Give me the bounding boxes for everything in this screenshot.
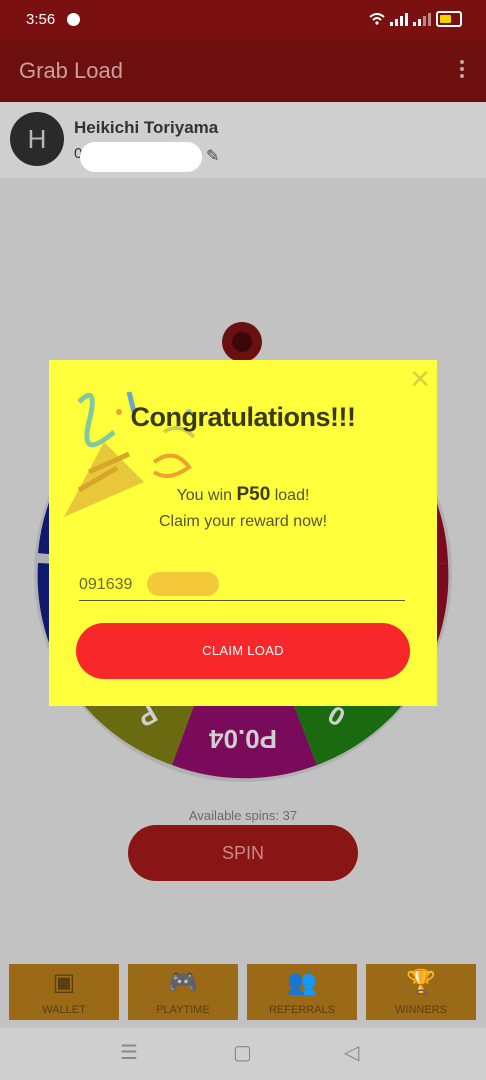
congratulations-dialog: ✕ Congratulations!!! You win P50 load! C… [49, 360, 437, 706]
tab-wallet-label: WALLET [42, 1004, 86, 1016]
win-prefix: You win [176, 487, 237, 504]
close-icon[interactable]: ✕ [409, 364, 431, 395]
claim-reward-text: Claim your reward now! [158, 513, 328, 530]
phone-input[interactable] [79, 572, 399, 598]
menu-icon[interactable]: ☰ [120, 1040, 138, 1065]
tab-playtime[interactable]: 🎮 PLAYTIME [128, 964, 238, 1020]
messenger-icon [67, 13, 80, 26]
tab-winners-label: WINNERS [395, 1004, 447, 1016]
app-title: Grab Load [19, 58, 123, 83]
status-time: 3:56 [26, 11, 56, 28]
wifi-icon [369, 13, 385, 25]
signal-icon [390, 12, 408, 26]
avatar: H [10, 112, 64, 166]
system-nav-bar: ☰ ▢ ◁ [0, 1028, 486, 1080]
profile-header: H Heikichi Toriyama 0 ✎ [0, 102, 486, 179]
more-options-icon[interactable] [460, 60, 466, 81]
win-suffix: load! [270, 487, 310, 504]
gamepad-icon: 🎮 [168, 969, 198, 996]
back-icon[interactable]: ◁ [344, 1040, 359, 1065]
spin-button[interactable]: SPIN [128, 825, 358, 881]
tab-playtime-label: PLAYTIME [156, 1004, 210, 1016]
status-icons [369, 11, 462, 27]
wheel-pointer [222, 322, 262, 362]
profile-name: Heikichi Toriyama [74, 118, 219, 137]
app-bar: Grab Load [0, 40, 486, 102]
phone-redaction [147, 572, 219, 596]
tab-winners[interactable]: 🏆 WINNERS [366, 964, 476, 1020]
edit-icon[interactable]: ✎ [206, 146, 219, 166]
tab-referrals[interactable]: 👥 REFERRALS [247, 964, 357, 1020]
bottom-tabs: ▣ WALLET 🎮 PLAYTIME 👥 REFERRALS 🏆 WINNER… [9, 964, 476, 1020]
people-icon: 👥 [287, 969, 317, 996]
available-spins: Available spins: 37 [188, 808, 298, 823]
tab-wallet[interactable]: ▣ WALLET [9, 964, 119, 1020]
battery-icon [436, 11, 462, 27]
win-message: You win P50 load! [49, 484, 437, 506]
phone-field[interactable] [79, 572, 405, 601]
claim-load-button[interactable]: CLAIM LOAD [76, 623, 410, 679]
status-bar: 3:56 [0, 0, 486, 40]
trophy-icon: 🏆 [406, 969, 436, 996]
signal-icon-2 [413, 12, 431, 26]
win-amount: P50 [236, 484, 271, 505]
tab-referrals-label: REFERRALS [268, 1004, 336, 1016]
home-icon[interactable]: ▢ [233, 1040, 252, 1065]
wallet-icon: ▣ [52, 969, 76, 996]
wheel-label: P0.04 [208, 724, 276, 754]
number-redaction [80, 142, 202, 172]
dialog-title: Congratulations!!! [130, 402, 356, 432]
